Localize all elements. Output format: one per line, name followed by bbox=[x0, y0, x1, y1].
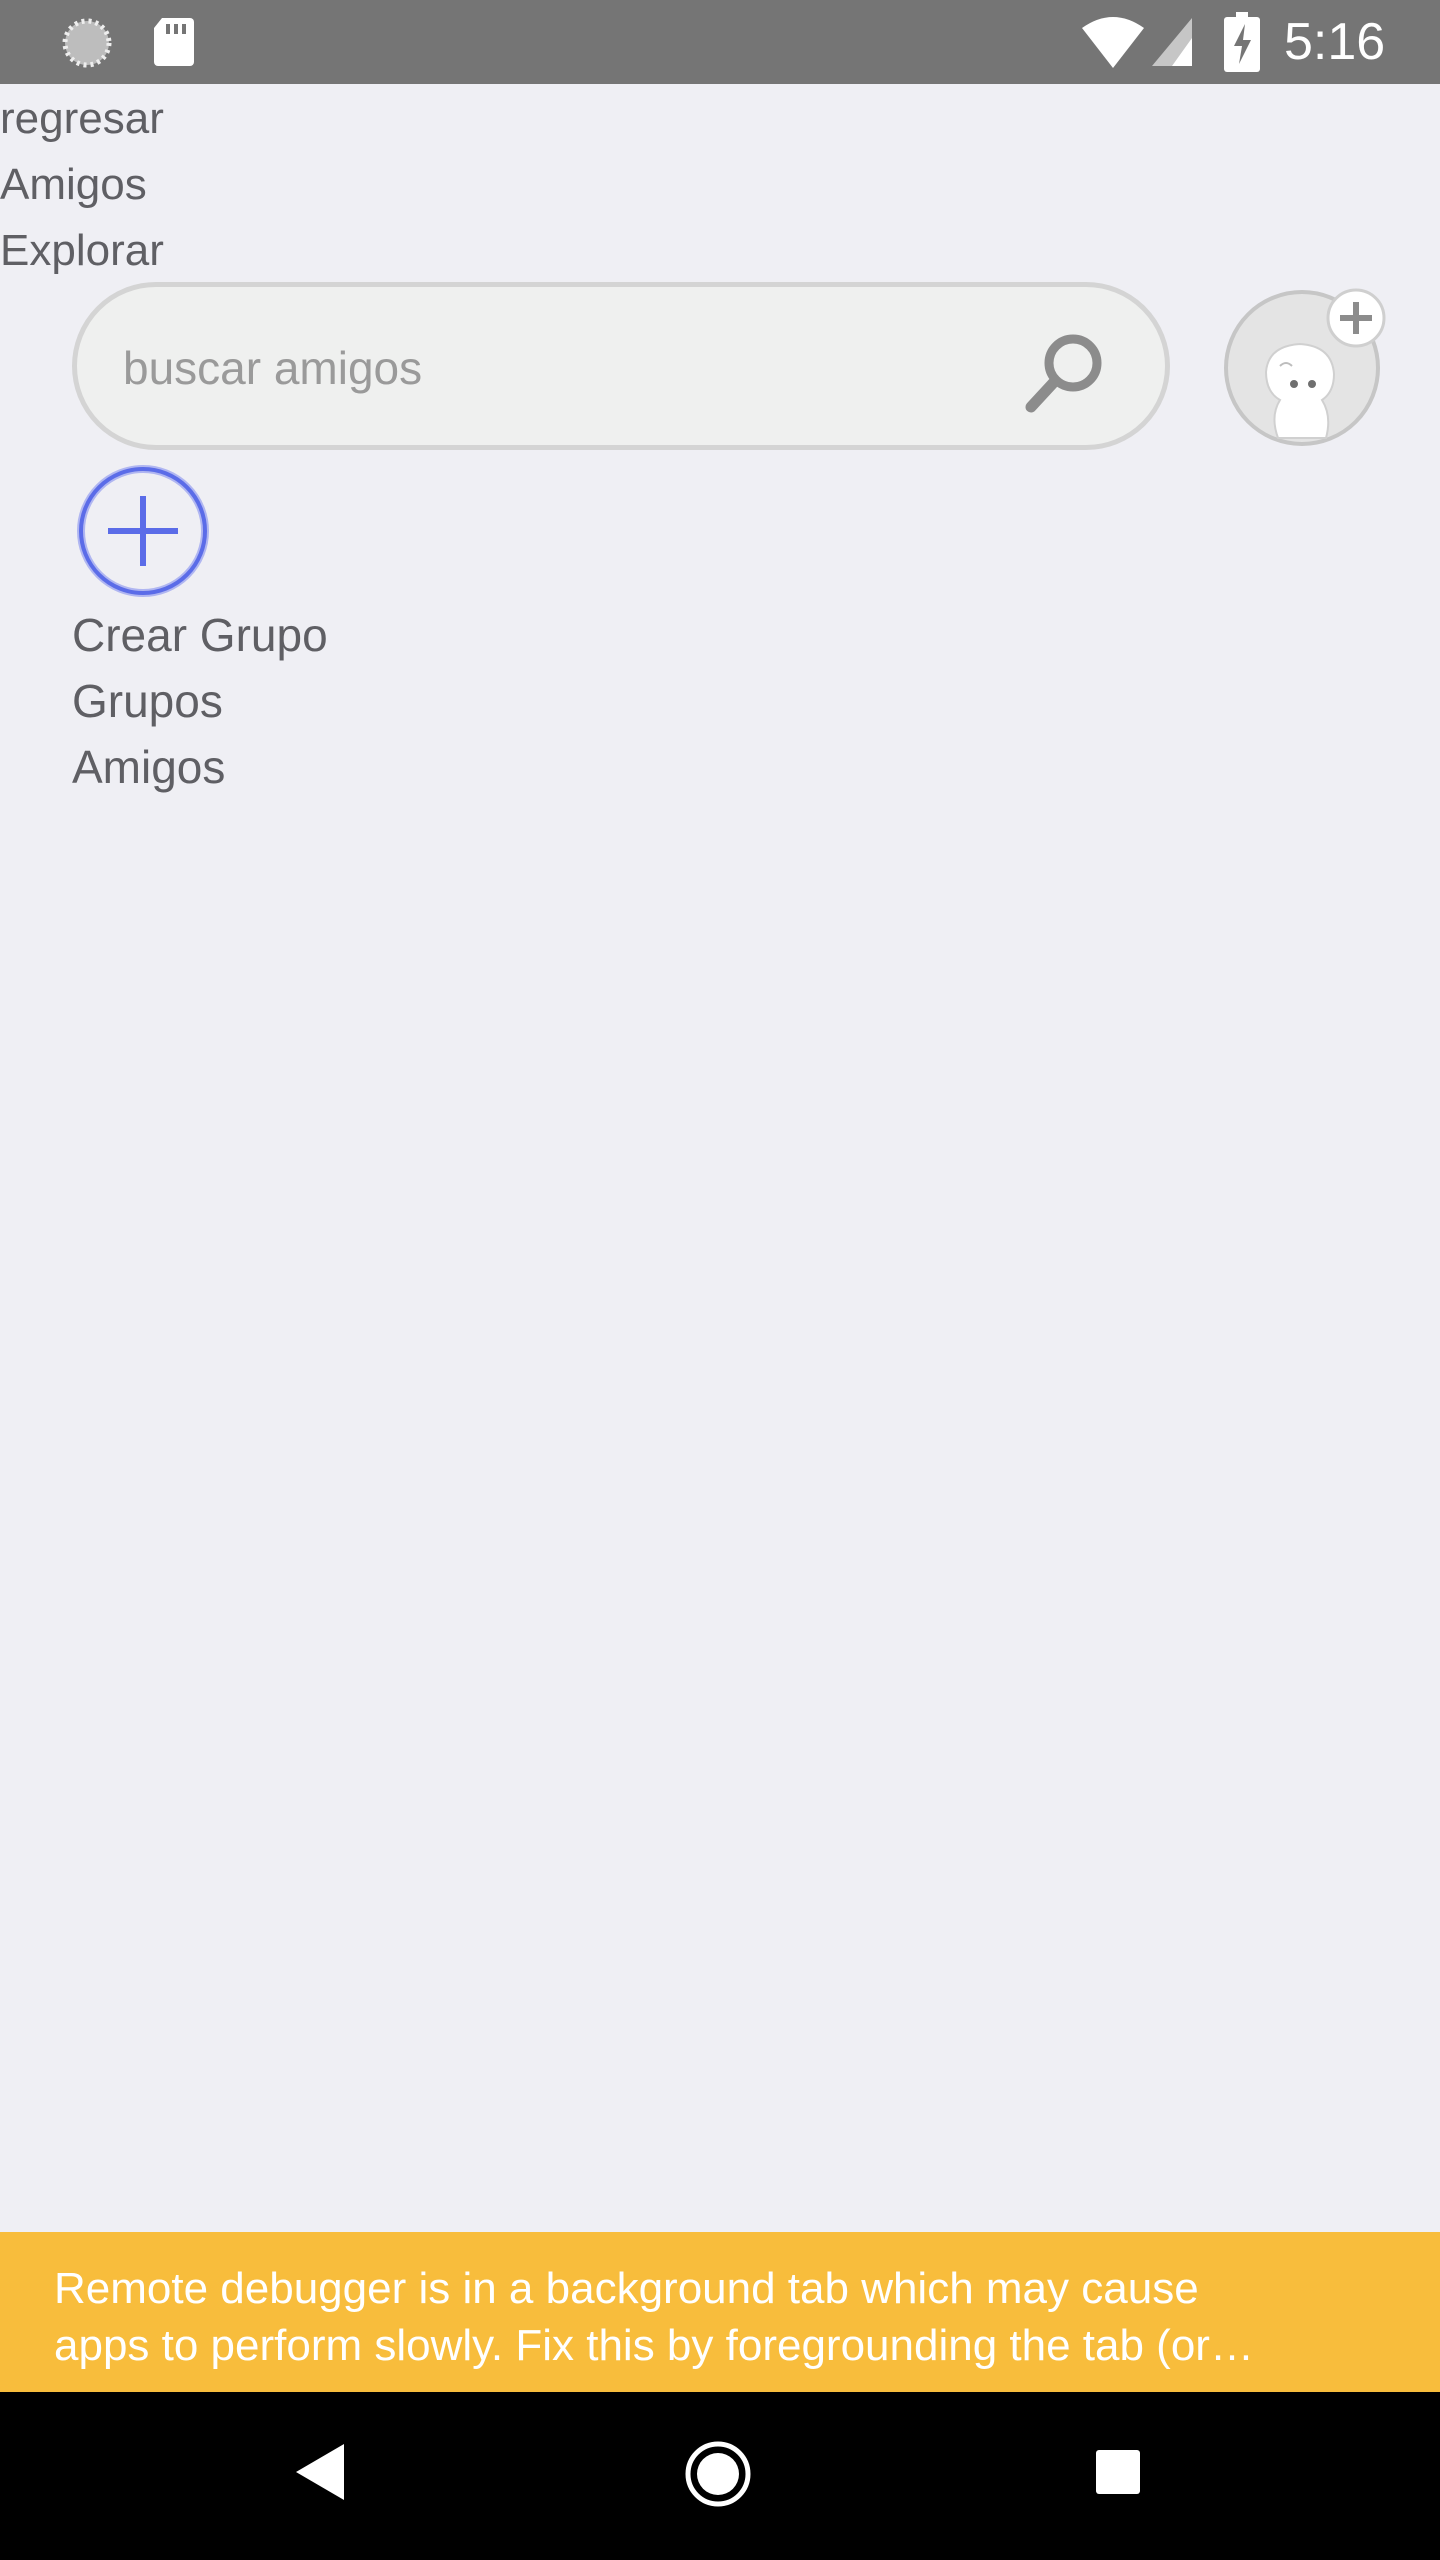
create-group-label[interactable]: Crear Grupo bbox=[72, 602, 328, 668]
back-link[interactable]: regresar bbox=[0, 86, 164, 152]
sync-icon bbox=[62, 18, 112, 68]
search-icon[interactable] bbox=[1021, 327, 1111, 417]
recents-icon[interactable] bbox=[1094, 2448, 1142, 2496]
battery-charging-icon bbox=[1224, 12, 1260, 72]
create-group-button[interactable] bbox=[74, 462, 212, 600]
sd-card-icon bbox=[154, 18, 194, 66]
system-navigation-bar bbox=[0, 2392, 1440, 2560]
page-title: Amigos bbox=[0, 160, 147, 209]
friends-heading: Amigos bbox=[72, 741, 226, 793]
wifi-icon bbox=[1082, 17, 1144, 68]
plus-circle-icon bbox=[77, 465, 209, 597]
debugger-warning-banner[interactable]: Remote debugger is in a background tab w… bbox=[0, 2232, 1440, 2392]
banner-text-line: apps to perform slowly. Fix this by fore… bbox=[54, 2321, 1254, 2370]
add-friend-button[interactable] bbox=[1222, 288, 1386, 448]
search-bar bbox=[72, 282, 1170, 450]
explore-link[interactable]: Explorar bbox=[0, 218, 164, 284]
groups-heading: Grupos bbox=[72, 675, 223, 727]
back-icon[interactable] bbox=[292, 2440, 348, 2504]
add-friend-avatar-icon bbox=[1224, 288, 1386, 446]
status-bar: 5:16 bbox=[0, 0, 1440, 84]
status-time: 5:16 bbox=[1284, 13, 1386, 71]
banner-text-line: Remote debugger is in a background tab w… bbox=[54, 2264, 1199, 2313]
home-icon[interactable] bbox=[684, 2440, 752, 2508]
search-input[interactable] bbox=[121, 327, 1025, 409]
signal-icon bbox=[1152, 18, 1192, 66]
